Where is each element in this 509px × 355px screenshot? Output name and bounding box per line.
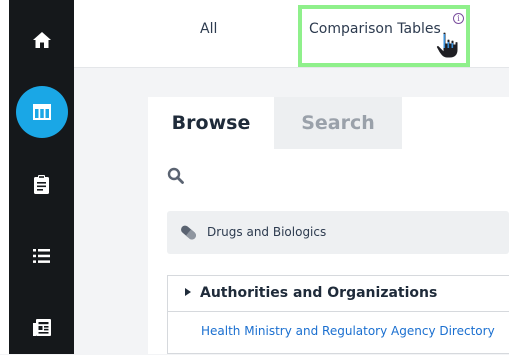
directory-link[interactable]: Health Ministry and Regulatory Agency Di… [201,324,495,338]
page-edge [0,0,9,354]
sidebar-item-clipboard[interactable] [9,156,74,212]
table-icon [32,104,51,120]
filter-drugs-and-biologics[interactable]: Drugs and Biologics [167,211,509,254]
tree-node-authorities[interactable]: Authorities and Organizations [168,276,509,312]
clipboard-icon [34,174,49,194]
hand-cursor-icon [435,31,459,59]
sidebar-item-home[interactable] [9,12,74,68]
sidebar-item-news[interactable] [9,299,74,355]
tab-search-label: Search [301,112,375,134]
list-icon [33,249,50,263]
info-icon[interactable]: i [453,13,464,24]
tab-browse-label: Browse [171,112,251,134]
tree-node-label: Authorities and Organizations [200,285,438,301]
active-indicator [15,86,68,138]
tab-comparison-tables-label: Comparison Tables [309,21,441,37]
tab-all[interactable]: All [200,21,217,37]
tab-browse[interactable]: Browse [148,97,274,149]
sidebar-item-tables[interactable] [9,84,74,140]
sidebar [9,0,74,354]
newspaper-icon [32,318,51,336]
filter-label: Drugs and Biologics [207,225,327,239]
sidebar-item-list[interactable] [9,228,74,284]
pill-icon [181,225,196,240]
caret-right-icon [185,288,191,296]
tree-panel: Authorities and Organizations Health Min… [167,275,509,354]
search-icon[interactable] [167,167,185,185]
home-icon [32,32,51,48]
tab-search[interactable]: Search [274,97,402,149]
